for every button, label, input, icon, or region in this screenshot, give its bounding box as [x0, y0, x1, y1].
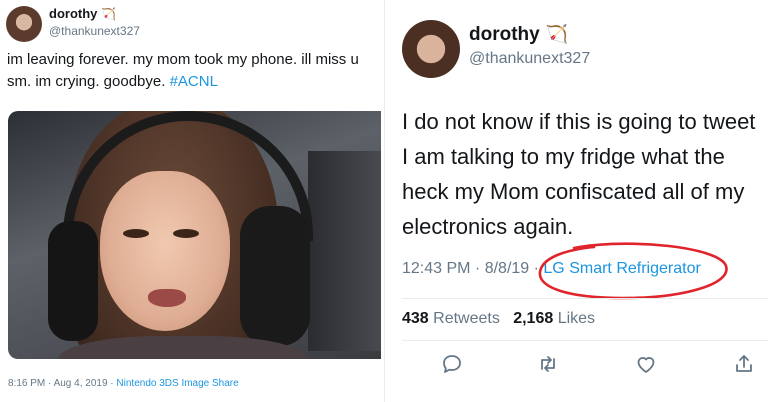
tweet-image[interactable] — [8, 111, 381, 359]
tweet-meta: 8:16 PM · Aug 4, 2019 · Nintendo 3DS Ima… — [8, 378, 239, 389]
image-headphone-left — [48, 221, 98, 341]
separator — [402, 298, 768, 299]
avatar[interactable] — [6, 6, 42, 42]
tweet-source[interactable]: Nintendo 3DS Image Share — [116, 378, 238, 389]
image-mouth — [148, 289, 186, 307]
tweet-timestamp[interactable]: 8:16 PM · Aug 4, 2019 · — [8, 378, 116, 389]
image-face — [100, 171, 230, 331]
separator — [402, 340, 768, 341]
user-handle[interactable]: @thankunext327 — [469, 50, 590, 68]
retweet-label[interactable]: Retweets — [433, 310, 500, 327]
image-headphone-right — [240, 206, 310, 346]
reply-icon — [443, 355, 461, 373]
display-name-text: dorothy — [469, 24, 540, 45]
panel-divider — [381, 0, 388, 402]
image-eye — [123, 229, 149, 238]
display-name[interactable]: dorothy 🏹 — [49, 6, 116, 21]
red-circle-annotation — [538, 242, 728, 300]
share-button[interactable] — [732, 352, 756, 376]
left-tweet: dorothy 🏹 @thankunext327 im leaving forev… — [0, 0, 381, 402]
reply-button[interactable] — [440, 352, 464, 376]
tweet-text: im leaving forever. my mom took my phone… — [7, 49, 379, 93]
display-name[interactable]: dorothy 🏹 — [469, 24, 568, 46]
retweet-button[interactable] — [536, 352, 560, 376]
right-tweet: dorothy 🏹 @thankunext327 I do not know if… — [388, 0, 768, 402]
retweet-count[interactable]: 438 — [402, 310, 429, 327]
hashtag-link[interactable]: #ACNL — [170, 73, 218, 90]
heart-icon — [637, 357, 655, 373]
bow-arrow-icon: 🏹 — [545, 24, 569, 44]
like-count[interactable]: 2,168 — [513, 310, 553, 327]
tweet-text: I do not know if this is going to tweet … — [402, 109, 756, 239]
avatar[interactable] — [402, 20, 460, 78]
like-label[interactable]: Likes — [558, 310, 595, 327]
image-background — [308, 151, 381, 351]
tweet-stats: 438 Retweets 2,168 Likes — [402, 310, 595, 328]
display-name-text: dorothy — [49, 6, 98, 21]
user-handle[interactable]: @thankunext327 — [49, 24, 140, 38]
like-button[interactable] — [634, 352, 658, 376]
retweet-icon — [541, 356, 555, 372]
bow-arrow-icon: 🏹 — [101, 7, 117, 21]
share-icon — [736, 355, 752, 372]
image-eye — [173, 229, 199, 238]
tweet-timestamp[interactable]: 12:43 PM · 8/8/19 · — [402, 260, 543, 277]
